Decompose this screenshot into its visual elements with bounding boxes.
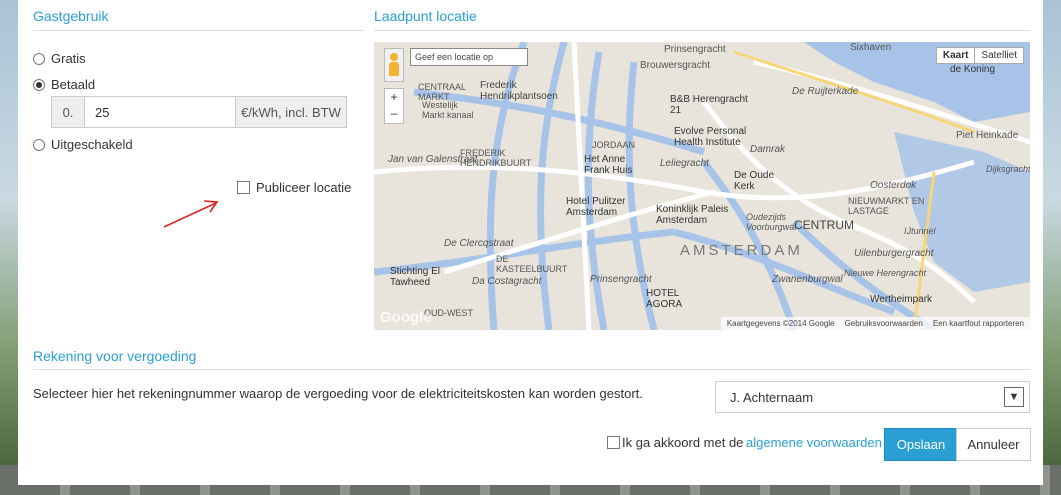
map-type-control: Kaart Satelliet [935, 47, 1024, 64]
account-select-value: J. Achternaam [730, 389, 814, 405]
map-search-input[interactable]: Geef een locatie op [410, 48, 528, 66]
checkbox-icon [237, 181, 250, 194]
divider [374, 30, 1030, 31]
radio-label: Betaald [51, 77, 96, 92]
price-prefix: 0. [52, 97, 85, 127]
radio-gratis[interactable]: Gratis [33, 51, 86, 66]
guest-section-title: Gastgebruik [33, 8, 109, 24]
chevron-down-icon: ▼ [1004, 387, 1024, 407]
google-logo: Google [380, 309, 432, 326]
radio-icon [33, 138, 45, 151]
radio-checked-icon [33, 78, 45, 91]
price-input-group: 0. €/kWh, incl. BTW [51, 96, 347, 128]
checkbox-label: Publiceer locatie [256, 180, 352, 195]
zoom-out-button[interactable]: – [385, 105, 403, 121]
radio-icon [33, 52, 45, 65]
billing-section-title: Rekening voor vergoeding [33, 348, 197, 364]
billing-description: Selecteer hier het rekeningnummer waarop… [33, 386, 643, 401]
divider [33, 369, 1030, 370]
checkbox-icon [607, 436, 620, 449]
map-terms-link[interactable]: Gebruiksvoorwaarden [845, 319, 923, 328]
price-unit: €/kWh, incl. BTW [235, 97, 346, 127]
publish-location-checkbox[interactable]: Publiceer locatie [237, 180, 351, 195]
pegman-icon[interactable] [384, 48, 404, 82]
divider [33, 30, 365, 31]
price-input[interactable] [85, 97, 235, 127]
terms-checkbox[interactable]: Ik ga akkoord met de [607, 435, 743, 450]
map-zoom-control: + – [384, 88, 404, 124]
red-arrow-annotation [163, 200, 219, 228]
account-select[interactable]: J. Achternaam ▼ [715, 381, 1030, 413]
radio-betaald[interactable]: Betaald [33, 77, 95, 92]
zoom-in-button[interactable]: + [385, 89, 403, 105]
location-section-title: Laadpunt locatie [374, 8, 477, 24]
terms-link[interactable]: algemene voorwaarden [746, 435, 882, 450]
map-view[interactable]: Geef een locatie op + – Kaart Satelliet … [374, 42, 1030, 330]
map-type-map-button[interactable]: Kaart [935, 47, 976, 64]
terms-label: Ik ga akkoord met de [622, 435, 744, 450]
map-data-credit: Kaartgegevens ©2014 Google [726, 319, 835, 328]
radio-label: Gratis [51, 51, 86, 66]
save-button[interactable]: Opslaan [884, 428, 958, 461]
map-type-satellite-button[interactable]: Satelliet [975, 47, 1024, 64]
map-footer: Kaartgegevens ©2014 Google Gebruiksvoorw… [720, 317, 1030, 330]
radio-uitgeschakeld[interactable]: Uitgeschakeld [33, 137, 133, 152]
map-report-link[interactable]: Een kaartfout rapporteren [933, 319, 1024, 328]
cancel-button[interactable]: Annuleer [956, 428, 1031, 461]
radio-label: Uitgeschakeld [51, 137, 133, 152]
